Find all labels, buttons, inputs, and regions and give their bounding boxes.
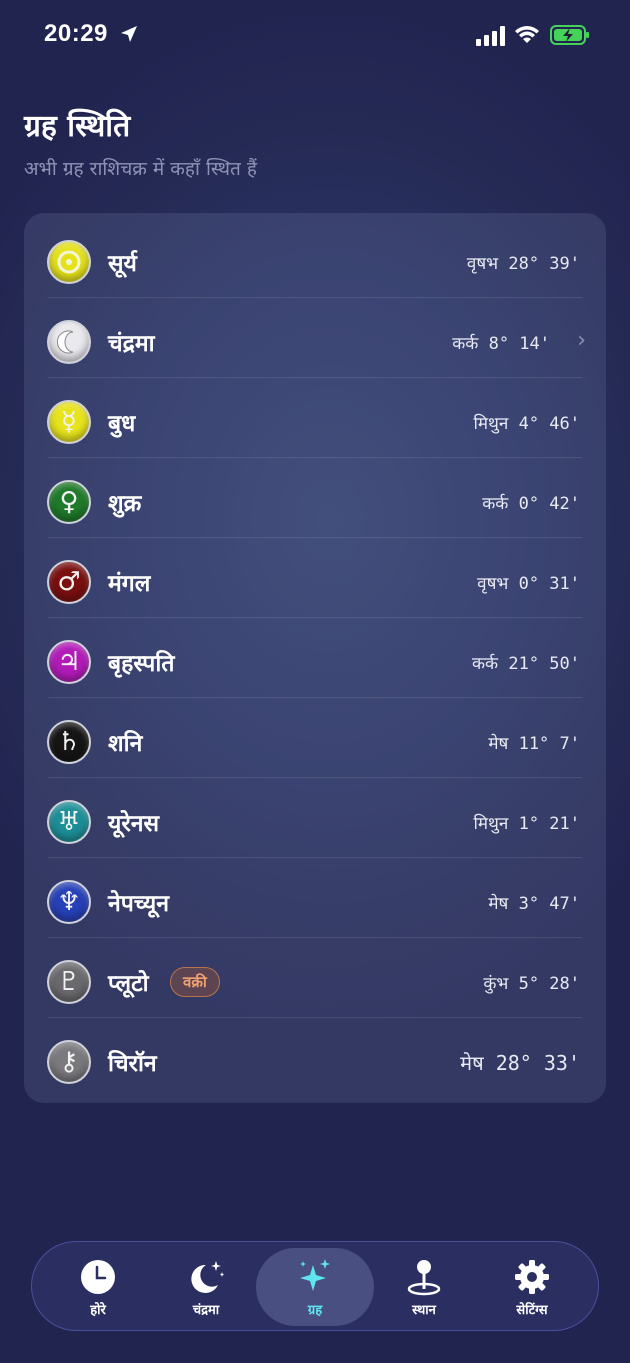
tab-label: होरे [90, 1303, 106, 1318]
neptune-icon: ♆ [47, 880, 91, 924]
planet-name: शुक्र [108, 491, 142, 517]
planet-row-neptune[interactable]: ♆ नेपच्यून मेष 3° 47' [24, 858, 606, 938]
moon-stars-icon [148, 1258, 264, 1296]
planet-row-moon[interactable]: चंद्रमा कर्क 8° 14' › [24, 298, 606, 378]
mercury-icon: ☿ [47, 400, 91, 444]
planet-name: सूर्य [108, 251, 137, 277]
jupiter-icon: ♃ [47, 640, 91, 684]
tab-settings[interactable]: सेटिंग्स [474, 1242, 590, 1330]
planet-name: चिरॉन [108, 1051, 157, 1077]
planet-name: चंद्रमा [108, 331, 155, 357]
status-time: 20:29 [44, 20, 108, 47]
sun-icon [47, 240, 91, 284]
location-pin-icon [366, 1258, 482, 1296]
location-arrow-icon [121, 26, 137, 42]
status-bar: 20:29 [0, 0, 630, 70]
planet-name: यूरेनस [108, 811, 160, 837]
tab-label: सेटिंग्स [516, 1303, 548, 1318]
planet-name: बृहस्पति [108, 651, 175, 677]
planet-position: कर्क 8° 14' [452, 334, 550, 354]
chevron-right-icon[interactable]: › [577, 328, 586, 353]
planet-position: कर्क 0° 42' [482, 494, 580, 514]
saturn-icon: ♄ [47, 720, 91, 764]
planet-name: शनि [108, 731, 143, 757]
planet-position: वृषभ 28° 39' [466, 254, 580, 274]
planet-position: मेष 11° 7' [488, 734, 580, 754]
planet-row-sun[interactable]: सूर्य वृषभ 28° 39' [24, 218, 606, 298]
planet-row-pluto[interactable]: ♇ प्लूटो वक्री कुंभ 5° 28' [24, 938, 606, 1018]
mars-icon: ♂ [47, 560, 91, 604]
planet-positions-card: सूर्य वृषभ 28° 39' चंद्रमा कर्क 8° 14' ›… [24, 213, 606, 1103]
planet-row-saturn[interactable]: ♄ शनि मेष 11° 7' [24, 698, 606, 778]
sparkles-icon [256, 1258, 374, 1296]
cellular-signal-icon [476, 26, 505, 46]
tab-planets[interactable]: ग्रह [256, 1248, 374, 1326]
clock-icon [40, 1258, 156, 1296]
tab-label: चंद्रमा [192, 1303, 220, 1318]
planet-row-jupiter[interactable]: ♃ बृहस्पति कर्क 21° 50' [24, 618, 606, 698]
uranus-icon: ♅ [47, 800, 91, 844]
gear-icon [474, 1258, 590, 1296]
planet-name: बुध [108, 411, 136, 437]
planet-position: मिथुन 4° 46' [473, 414, 580, 434]
planet-row-venus[interactable]: ♀ शुक्र कर्क 0° 42' [24, 458, 606, 538]
chiron-icon: ⚷ [47, 1040, 91, 1084]
tab-moon[interactable]: चंद्रमा [148, 1242, 264, 1330]
page-subtitle: अभी ग्रह राशिचक्र में कहाँ स्थित हैं [24, 158, 257, 180]
planet-row-chiron[interactable]: ⚷ चिरॉन मेष 28° 33' [24, 1018, 606, 1098]
planet-position: मेष 3° 47' [488, 894, 580, 914]
planet-row-uranus[interactable]: ♅ यूरेनस मिथुन 1° 21' [24, 778, 606, 858]
wifi-icon [515, 26, 539, 43]
venus-icon: ♀ [47, 480, 91, 524]
planet-row-mars[interactable]: ♂ मंगल वृषभ 0° 31' [24, 538, 606, 618]
planet-position: मिथुन 1° 21' [473, 814, 580, 834]
page-title: ग्रह स्थिति [24, 109, 131, 144]
battery-charging-icon [550, 25, 589, 45]
planet-position: मेष 28° 33' [460, 1051, 580, 1075]
planet-row-mercury[interactable]: ☿ बुध मिथुन 4° 46' [24, 378, 606, 458]
planet-position: कुंभ 5° 28' [483, 974, 580, 994]
pluto-icon: ♇ [47, 960, 91, 1004]
tab-location[interactable]: स्थान [366, 1242, 482, 1330]
planet-name: नेपच्यून [108, 891, 170, 917]
planet-name: प्लूटो [108, 971, 149, 997]
tab-label: ग्रह [307, 1303, 323, 1318]
planet-position: कर्क 21° 50' [472, 654, 580, 674]
planet-name: मंगल [108, 571, 151, 597]
moon-icon [47, 320, 91, 364]
tab-hore[interactable]: होरे [40, 1242, 156, 1330]
tab-bar: होरे चंद्रमा ग्रह स्थान सेटिंग्स [31, 1241, 599, 1331]
tab-label: स्थान [412, 1303, 436, 1318]
retrograde-badge: वक्री [170, 967, 220, 997]
planet-position: वृषभ 0° 31' [477, 574, 580, 594]
